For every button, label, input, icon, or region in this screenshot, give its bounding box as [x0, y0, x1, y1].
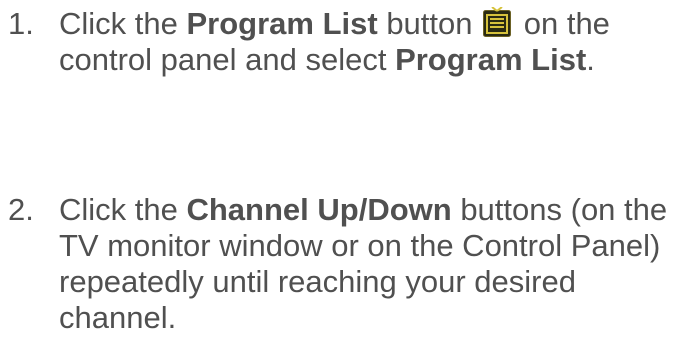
program-list-term: Program List	[395, 42, 587, 77]
step-text: Click the Program List button on the con…	[59, 6, 690, 78]
step-line: control panel and select Program List.	[59, 42, 690, 78]
program-list-term: Program List	[186, 6, 378, 41]
step-text: Click the Channel Up/Down buttons (on th…	[59, 192, 690, 336]
text-segment: .	[586, 42, 595, 77]
text-segment: buttons (on the	[451, 192, 668, 227]
step-line: repeatedly until reaching your desired	[59, 264, 576, 299]
program-list-tv-icon	[483, 7, 512, 37]
step-number: 1.	[8, 6, 34, 41]
step-number: 2.	[8, 192, 34, 227]
text-segment: on the	[515, 6, 610, 41]
step-line: Click the Program List button on the	[59, 6, 690, 42]
channel-up-down-term: Channel Up/Down	[186, 192, 452, 227]
text-segment: control panel and select	[59, 42, 396, 77]
text-segment: Click the	[59, 192, 187, 227]
text-segment: Click the	[59, 6, 187, 41]
step-line: Click the Channel Up/Down buttons (on th…	[59, 192, 690, 228]
step-line: TV monitor window or on the Control Pane…	[59, 228, 661, 263]
step-line: channel.	[59, 300, 177, 335]
text-segment: button	[377, 6, 482, 41]
